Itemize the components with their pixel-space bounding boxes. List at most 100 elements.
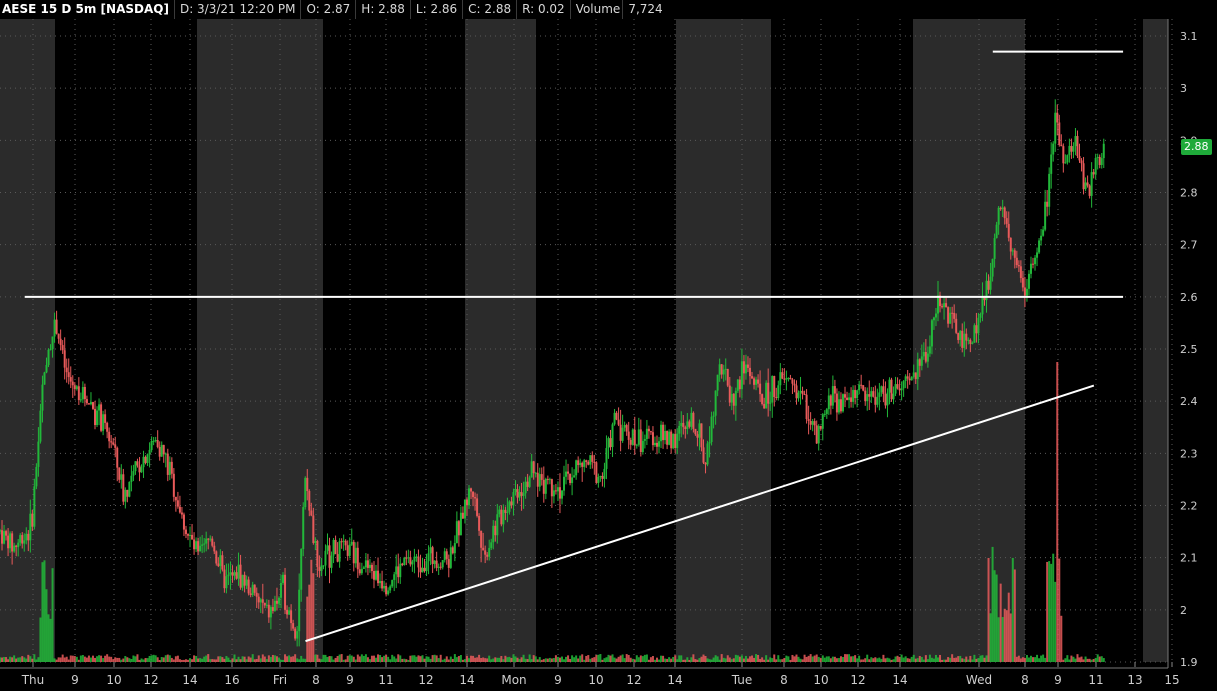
volume-bar (627, 654, 630, 662)
volume-bar (516, 657, 519, 662)
volume-bar (955, 657, 958, 662)
volume-bar (1032, 657, 1035, 662)
candle-body (874, 396, 877, 405)
candle-body (120, 474, 123, 480)
volume-bar (670, 658, 673, 662)
volume-bar (352, 656, 355, 662)
volume-bar (567, 655, 570, 662)
volume-bar (595, 654, 598, 662)
candle-body (1029, 263, 1032, 274)
volume-bar (191, 659, 194, 662)
candle-body (510, 501, 513, 506)
volume-bar (451, 658, 454, 662)
candle-body (1092, 172, 1095, 175)
volume-bar (267, 655, 270, 662)
candle-body (692, 412, 695, 429)
bar-range: R: 0.02 (517, 0, 571, 19)
candle-body (447, 559, 450, 568)
candle-body (241, 574, 244, 588)
x-tick-label: Tue (731, 673, 753, 687)
candle-body (330, 555, 333, 568)
volume-bar (247, 656, 250, 662)
volume-bar (417, 655, 420, 662)
candle-body (71, 381, 74, 386)
candle-body (387, 590, 390, 595)
candle-body (314, 540, 317, 543)
candle-body (690, 412, 693, 427)
volume-bar (421, 655, 424, 662)
volume-bar (437, 658, 440, 662)
volume-bar (49, 618, 52, 662)
candle-body (967, 339, 970, 341)
volume-bar (57, 657, 60, 662)
candle-body (176, 500, 179, 507)
candle-body (427, 553, 430, 562)
candle-body (362, 567, 365, 569)
volume-bar (512, 654, 515, 662)
candle-body (27, 533, 30, 541)
candle-body (789, 377, 792, 380)
candle-body (498, 509, 501, 515)
volume-bar (888, 658, 891, 662)
volume-bar (279, 659, 282, 662)
x-tick-label: Wed (966, 673, 992, 687)
candle-body (684, 427, 687, 429)
volume-bar (67, 659, 70, 662)
candle-body (819, 426, 822, 429)
volume-bar (552, 658, 555, 662)
volume-bar (979, 655, 982, 662)
candle-body (740, 361, 743, 390)
volume-bar (864, 658, 867, 662)
candle-body (534, 472, 537, 474)
candle-body (354, 547, 357, 564)
volume-bar (676, 659, 679, 662)
candle-body (112, 442, 115, 445)
candle-body (769, 402, 772, 404)
candle-body (524, 481, 527, 494)
volume-bar (993, 570, 996, 662)
candle-body (425, 561, 428, 572)
candle-body (821, 414, 824, 429)
candle-body (722, 369, 725, 375)
volume-bar (910, 656, 913, 662)
price-chart[interactable]: 1.922.12.22.32.42.52.62.72.82.933.1Thu91… (0, 0, 1217, 691)
candle-body (930, 320, 933, 347)
volume-bar (781, 659, 784, 662)
candle-body (257, 596, 260, 603)
candle-body (132, 471, 135, 476)
candle-body (1, 530, 4, 544)
candle-body (773, 376, 776, 398)
candle-body (152, 440, 155, 442)
volume-bar (708, 659, 711, 662)
volume-bar (41, 562, 44, 662)
candle-body (886, 392, 889, 406)
volume-bar (482, 657, 485, 662)
volume-bar (441, 659, 444, 662)
candle-body (1084, 182, 1087, 190)
volume-bar (932, 658, 935, 662)
volume-bar (916, 658, 919, 662)
candle-body (848, 397, 851, 400)
volume-bar (722, 657, 725, 662)
candle-body (419, 567, 422, 573)
volume-bar (381, 657, 384, 662)
symbol-label[interactable]: AESE 15 D 5m [NASDAQ] (0, 0, 175, 19)
candle-body (348, 544, 351, 556)
volume-bar (1038, 658, 1041, 662)
candle-body (449, 547, 452, 568)
candle-body (415, 556, 418, 558)
volume-bar (320, 659, 323, 662)
volume-bar (296, 658, 299, 662)
volume-bar (1056, 362, 1059, 662)
x-tick-label: 8 (780, 673, 788, 687)
candle-body (805, 394, 808, 420)
volume-bar (939, 654, 942, 662)
volume-bar (354, 659, 357, 662)
candle-body (391, 580, 394, 587)
volume-bar (565, 656, 568, 662)
candle-body (1032, 263, 1035, 265)
candle-body (73, 385, 76, 389)
volume-bar (914, 658, 917, 662)
candle-body (613, 412, 616, 425)
volume-bar (508, 656, 511, 662)
